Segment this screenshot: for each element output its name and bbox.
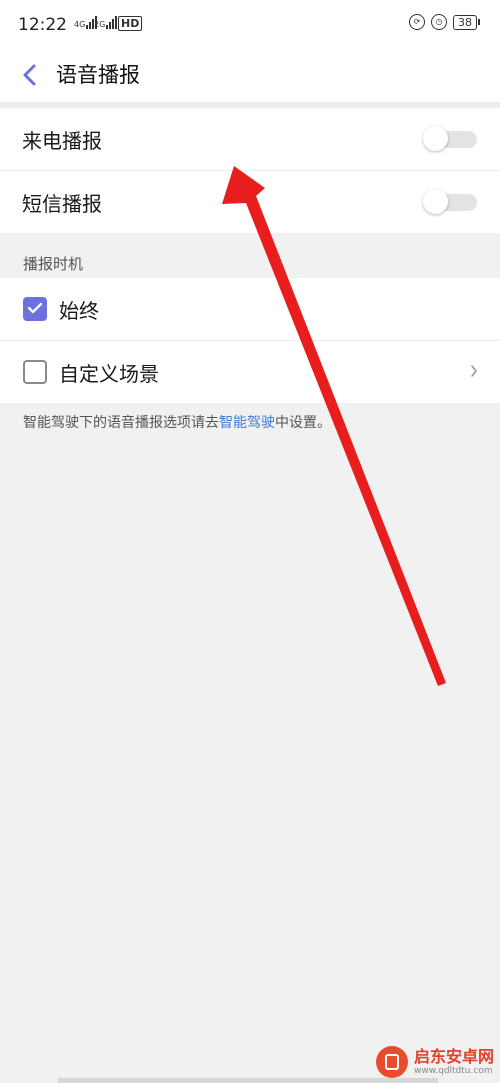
battery-tip — [478, 19, 480, 25]
custom-scene-checkbox[interactable] — [23, 360, 47, 384]
incoming-call-broadcast-toggle[interactable] — [423, 126, 478, 151]
page-title: 语音播报 — [56, 63, 140, 87]
sms-broadcast-row[interactable]: 短信播报 — [0, 171, 500, 233]
watermark-text: 启东安卓网 www.qdltdtu.com — [413, 1046, 494, 1077]
toggle-knob — [423, 189, 448, 214]
watermark-name: 启东安卓网 — [413, 1046, 494, 1066]
watermark: 启东安卓网 www.qdltdtu.com — [375, 1046, 494, 1078]
battery-icon: 38 — [453, 14, 480, 30]
sms-broadcast-toggle[interactable] — [423, 189, 478, 214]
footer-note-prefix: 智能驾驶下的语音播报选项请去 — [23, 415, 219, 431]
smart-driving-link[interactable]: 智能驾驶 — [219, 415, 275, 431]
watermark-url: www.qdltdtu.com — [413, 1065, 493, 1076]
incoming-call-broadcast-label: 来电播报 — [22, 129, 102, 153]
broadcast-timing-header: 播报时机 — [23, 255, 84, 273]
back-icon[interactable] — [18, 60, 44, 90]
broadcast-toggles-group: 来电播报 短信播报 — [0, 108, 500, 233]
signal-icon-2: 2G — [94, 16, 118, 29]
signal-1-label: 4G — [74, 20, 86, 29]
watermark-logo-icon — [375, 1046, 408, 1078]
hd-icon: HD — [118, 16, 143, 31]
incoming-call-broadcast-row[interactable]: 来电播报 — [0, 108, 500, 171]
checkmark-icon — [27, 302, 43, 314]
always-checkbox[interactable] — [23, 297, 47, 321]
status-time: 12:22 — [18, 15, 67, 35]
broadcast-timing-group: 始终 自定义场景 — [0, 278, 500, 403]
lock-rotation-icon: ⟳ — [409, 14, 425, 30]
alarm-icon: ◷ — [431, 14, 447, 30]
footer-note-suffix: 中设置。 — [275, 415, 331, 431]
status-bar: 12:22 4G 2G HD ⟳ ◷ 38 — [0, 0, 500, 50]
timing-option-custom-scene[interactable]: 自定义场景 — [0, 341, 500, 403]
signal-2-label: 2G — [94, 20, 106, 29]
chevron-right-icon — [471, 365, 477, 377]
timing-option-always[interactable]: 始终 — [0, 278, 500, 341]
sms-broadcast-label: 短信播报 — [22, 192, 102, 216]
battery-level: 38 — [453, 14, 477, 30]
always-label: 始终 — [59, 299, 99, 323]
app-bar: 语音播报 — [0, 50, 500, 102]
status-right: ⟳ ◷ 38 — [409, 14, 480, 30]
gesture-bar — [58, 1078, 438, 1083]
footer-note: 智能驾驶下的语音播报选项请去智能驾驶中设置。 — [23, 412, 331, 432]
custom-scene-label: 自定义场景 — [59, 362, 159, 386]
toggle-knob — [423, 126, 448, 151]
